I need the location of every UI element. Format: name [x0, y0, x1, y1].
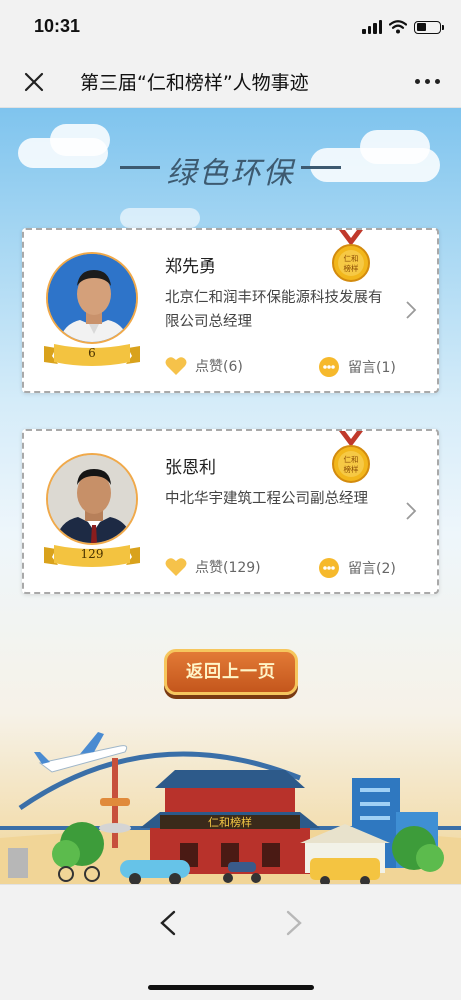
- comment-button[interactable]: 留言(2): [318, 557, 396, 579]
- comment-icon: [319, 357, 339, 377]
- page-title: 第三届“仁和榜样”人物事迹: [80, 72, 309, 94]
- battery-icon: [414, 20, 444, 34]
- heart-icon: [165, 558, 187, 576]
- heart-icon: [165, 357, 187, 375]
- person-card[interactable]: 6 郑先勇 北京仁和润丰环保能源科技发展有限公司总经理 仁和 榜样 点赞(6) …: [22, 228, 439, 393]
- back-button-label: 返回上一页: [186, 662, 276, 682]
- more-icon[interactable]: [415, 74, 441, 88]
- nav-bar: 第三届“仁和榜样”人物事迹: [0, 54, 461, 108]
- chevron-right-icon: [406, 502, 417, 520]
- person-card[interactable]: 129 张恩利 中北华宇建筑工程公司副总经理 仁和 榜样 点赞(129) 留言(…: [22, 429, 439, 594]
- like-label: 点赞(6): [195, 359, 243, 375]
- close-icon[interactable]: [20, 68, 48, 96]
- forward-arrow-icon[interactable]: [282, 909, 306, 937]
- section-title: 绿色环保: [166, 156, 295, 191]
- like-button[interactable]: 点赞(129): [165, 557, 261, 577]
- cloud-decoration: [120, 208, 200, 228]
- medal-icon: 仁和 榜样: [332, 230, 370, 282]
- content-area: 绿色环保 6 郑先勇 北京仁和润丰环保能源科技发展有限公司总经理 仁和 榜样 点…: [0, 108, 461, 884]
- avatar: 129: [42, 451, 142, 571]
- like-button[interactable]: 点赞(6): [165, 356, 243, 376]
- svg-text:榜样: 榜样: [344, 464, 359, 474]
- status-bar: 10:31: [0, 0, 461, 54]
- svg-text:榜样: 榜样: [344, 263, 359, 273]
- comment-label: 留言(2): [348, 561, 396, 577]
- medal-icon: 仁和 榜样: [332, 431, 370, 483]
- svg-text:仁和: 仁和: [344, 454, 359, 464]
- person-name: 郑先勇: [165, 257, 216, 277]
- title-divider-right: [301, 166, 341, 169]
- like-label: 点赞(129): [195, 560, 261, 576]
- home-indicator: [148, 985, 314, 990]
- status-icons: [362, 20, 444, 34]
- wifi-icon: [389, 20, 407, 34]
- comment-button[interactable]: 留言(1): [318, 356, 396, 378]
- avatar-photo: [46, 252, 138, 344]
- avatar: 6: [42, 250, 142, 370]
- scene-sign-text: 仁和榜样: [208, 815, 252, 829]
- svg-text:仁和: 仁和: [344, 253, 359, 263]
- status-time: 10:31: [34, 16, 81, 36]
- vote-count: 6: [88, 346, 96, 360]
- avatar-photo: [46, 453, 138, 545]
- back-to-previous-button[interactable]: 返回上一页: [164, 649, 298, 699]
- person-title: 中北华宇建筑工程公司副总经理: [165, 491, 368, 507]
- bottom-toolbar: [0, 884, 461, 1000]
- vote-count: 129: [80, 547, 104, 561]
- comment-icon: [319, 558, 339, 578]
- chevron-right-icon: [406, 301, 417, 319]
- back-arrow-icon[interactable]: [156, 909, 180, 937]
- person-name: 张恩利: [165, 458, 216, 478]
- signal-icon: [362, 20, 382, 34]
- person-title: 北京仁和润丰环保能源科技发展有限公司总经理: [165, 290, 383, 330]
- comment-label: 留言(1): [348, 360, 396, 376]
